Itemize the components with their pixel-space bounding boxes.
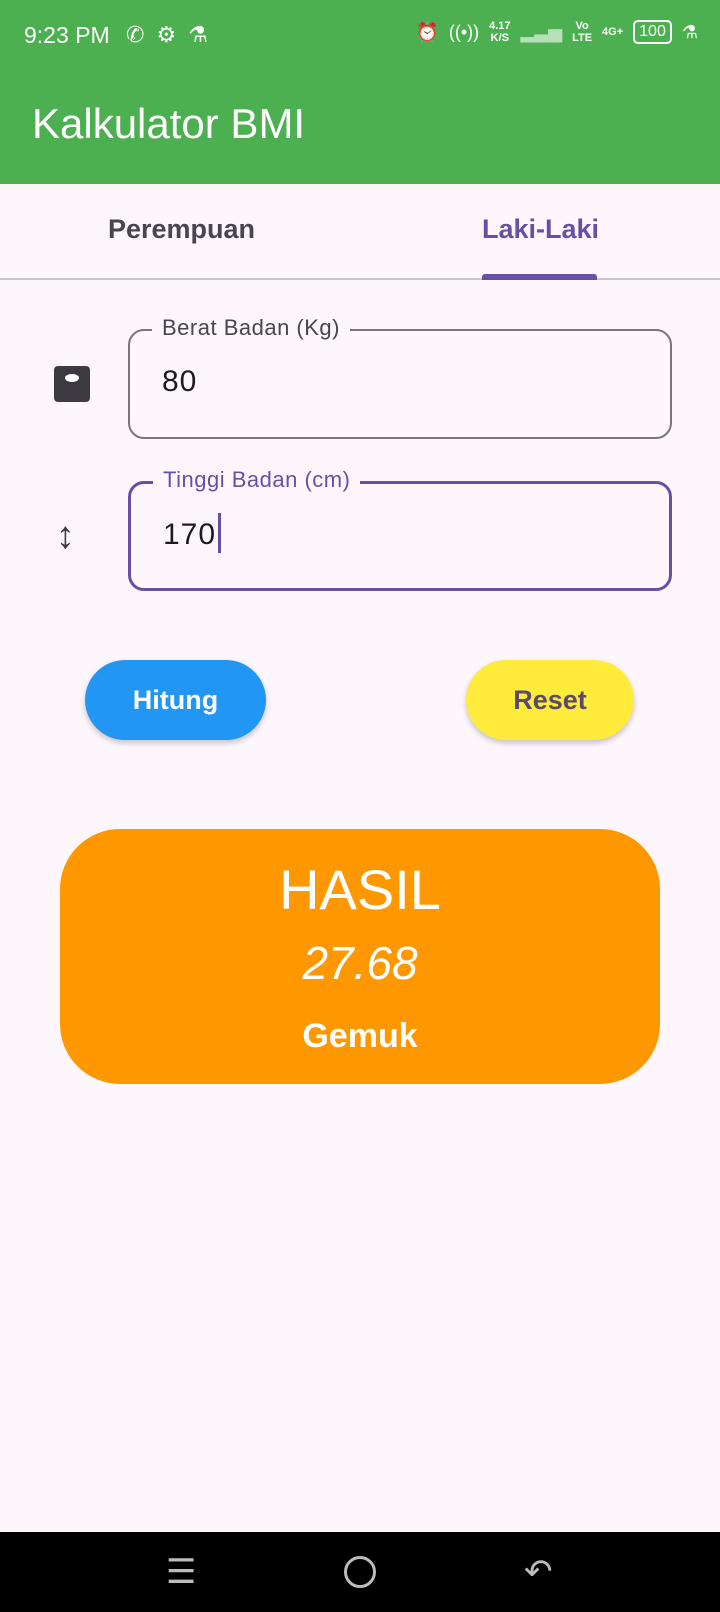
network-speed: 4.17 K/S: [489, 20, 510, 44]
scale-icon: [54, 366, 90, 402]
calculate-button[interactable]: Hitung: [85, 660, 266, 740]
app-title: Kalkulator BMI: [32, 100, 306, 147]
height-field[interactable]: Tinggi Badan (cm) 170: [128, 467, 672, 591]
height-field-label: Tinggi Badan (cm): [153, 467, 361, 493]
battery-indicator: 100: [633, 20, 672, 44]
result-bmi-value: 27.68: [302, 937, 418, 989]
home-icon[interactable]: [344, 1556, 376, 1588]
volte-label: Vo LTE: [572, 20, 593, 44]
weight-field[interactable]: Berat Badan (Kg) 80: [128, 315, 672, 439]
network-speed-unit: K/S: [490, 32, 509, 44]
reset-button[interactable]: Reset: [466, 660, 634, 740]
status-time: 9:23 PM: [24, 22, 110, 48]
app-header: 9:23 PM ✆ ⚙ ⚗ ⏰ ((•)) 4.17 K/S ▂▃▅ Vo LT…: [0, 0, 720, 184]
tab-indicator: [482, 274, 597, 280]
flask-icon: ⚗: [188, 22, 208, 47]
height-input[interactable]: 170: [163, 513, 222, 554]
alarm-icon: ⏰: [416, 21, 439, 42]
system-icons: ⏰ ((•)) 4.17 K/S ▂▃▅ Vo LTE 4G+ 100 ⚗: [416, 20, 698, 44]
status-bar: 9:23 PM ✆ ⚙ ⚗ ⏰ ((•)) 4.17 K/S ▂▃▅ Vo LT…: [0, 0, 720, 74]
result-category: Gemuk: [302, 1017, 418, 1055]
result-card: HASIL 27.68 Gemuk: [60, 829, 660, 1084]
notification-icons: ✆ ⚙ ⚗: [126, 22, 208, 48]
weight-input-value[interactable]: 80: [162, 365, 197, 399]
height-input-value: 170: [163, 518, 217, 551]
network-speed-value: 4.17: [489, 20, 511, 32]
settings-gear-icon: ⚙: [156, 22, 177, 47]
signal-weak-icon: ▂▃▅: [520, 21, 563, 42]
charging-flask-icon: ⚗: [681, 21, 698, 42]
hotspot-icon: ((•)): [448, 21, 480, 42]
gender-tabs: Perempuan Laki-Laki: [0, 184, 720, 280]
back-icon[interactable]: ↶: [524, 1552, 553, 1592]
weight-field-label: Berat Badan (Kg): [152, 315, 350, 341]
text-cursor: [218, 513, 222, 554]
whatsapp-icon: ✆: [126, 22, 145, 47]
tab-laki-laki[interactable]: Laki-Laki: [482, 214, 599, 245]
signal-4g-label: 4G+: [602, 26, 624, 38]
system-nav-bar: ☰ ↶: [0, 1532, 720, 1612]
result-title: HASIL: [279, 858, 441, 921]
height-icon: ↕: [56, 515, 75, 557]
menu-icon[interactable]: ☰: [166, 1552, 196, 1592]
tab-perempuan[interactable]: Perempuan: [108, 214, 255, 245]
